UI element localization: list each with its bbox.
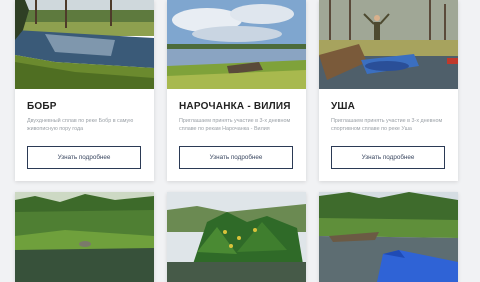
tour-title: НАРОЧАНКА - ВИЛИЯ <box>179 101 291 112</box>
green-river-photo <box>15 192 154 282</box>
tour-title: БОБР <box>27 101 57 112</box>
lake-boat-photo <box>167 0 306 89</box>
kayaker-river-photo <box>319 0 458 89</box>
tour-card-narochanka-viliya: НАРОЧАНКА - ВИЛИЯ Приглашаем принять уча… <box>167 0 306 181</box>
kayak-bow-photo <box>319 192 458 282</box>
tour-card <box>15 192 154 282</box>
learn-more-button[interactable]: Узнать подробнее <box>179 146 293 169</box>
river-meadow-photo <box>15 0 154 89</box>
learn-more-button[interactable]: Узнать подробнее <box>27 146 141 169</box>
tour-description: Двухдневный сплав по реке Бобр в самую ж… <box>27 118 134 132</box>
learn-more-button[interactable]: Узнать подробнее <box>331 146 445 169</box>
tour-description: Приглашаем принять участие в 3-х дневном… <box>179 118 291 132</box>
tour-card-bobr: БОБР Двухдневный сплав по реке Бобр в са… <box>15 0 154 181</box>
tour-card <box>319 192 458 282</box>
tour-card <box>167 192 306 282</box>
tour-description: Приглашаем принять участие в 3-х дневном… <box>331 118 443 132</box>
tour-title: УША <box>331 101 356 112</box>
iris-reeds-photo <box>167 192 306 282</box>
tour-card-usha: УША Приглашаем принять участие в 3-х дне… <box>319 0 458 181</box>
